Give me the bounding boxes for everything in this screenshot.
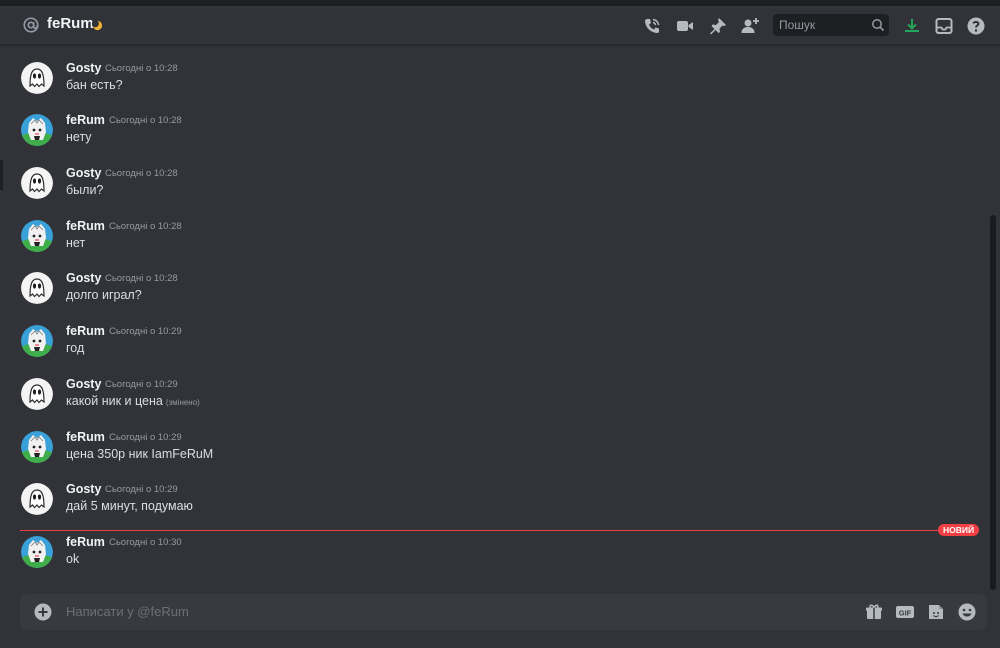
message-text-body: цена 350р ник IamFeRuM bbox=[66, 447, 214, 461]
ghost-avatar[interactable] bbox=[21, 272, 53, 304]
message-item[interactable]: Gosty Сьогодні о 10:29 какой ник и цена (зм… bbox=[0, 377, 990, 429]
anime-avatar[interactable] bbox=[21, 220, 53, 252]
message-author[interactable]: feRum bbox=[66, 324, 105, 338]
download-icon[interactable] bbox=[902, 16, 922, 36]
message-text: какой ник и цена (змінено) bbox=[66, 394, 200, 408]
message-timestamp: Сьогодні о 10:29 bbox=[109, 326, 182, 337]
anime-avatar[interactable] bbox=[21, 114, 53, 146]
add-attachment-icon[interactable] bbox=[34, 603, 52, 621]
message-timestamp: Сьогодні о 10:28 bbox=[105, 168, 178, 179]
message-text: ok bbox=[66, 552, 79, 566]
gift-icon[interactable] bbox=[864, 602, 884, 622]
search-box[interactable]: Пошук bbox=[773, 14, 889, 36]
message-text-body: ok bbox=[66, 552, 80, 566]
message-input[interactable]: Написати у @feRum bbox=[66, 604, 189, 619]
message-item[interactable]: feRum Сьогодні о 10:28 нету bbox=[0, 113, 990, 165]
dm-title: feRum bbox=[47, 15, 94, 32]
message-item[interactable]: feRum Сьогодні о 10:29 цена 350р ник IamFe… bbox=[0, 430, 990, 482]
message-item[interactable]: Gosty Сьогодні о 10:29 дай 5 минут, подума… bbox=[0, 482, 990, 534]
message-text: дай 5 минут, подумаю bbox=[66, 499, 193, 513]
message-item[interactable]: Gosty Сьогодні о 10:28 долго играл? bbox=[0, 271, 990, 323]
help-icon[interactable] bbox=[966, 16, 986, 36]
message-author[interactable]: feRum bbox=[66, 430, 105, 444]
anime-avatar[interactable] bbox=[21, 536, 53, 568]
voice-call-icon[interactable] bbox=[642, 16, 662, 36]
gif-icon[interactable]: GIF bbox=[895, 602, 915, 622]
message-text: бан есть? bbox=[66, 78, 123, 92]
message-composer[interactable]: Написати у @feRum GIF bbox=[20, 594, 987, 630]
message-item[interactable]: feRum Сьогодні о 10:28 нет bbox=[0, 219, 990, 271]
message-text: долго играл? bbox=[66, 288, 142, 302]
message-item[interactable]: Gosty Сьогодні о 10:28 были? bbox=[0, 166, 990, 218]
message-text-body: дай 5 минут, подумаю bbox=[66, 499, 193, 513]
message-text: год bbox=[66, 341, 84, 355]
message-text: были? bbox=[66, 183, 103, 197]
chat-scrollbar[interactable] bbox=[990, 215, 996, 590]
message-author[interactable]: Gosty bbox=[66, 166, 101, 180]
new-messages-badge: НОВИЙ bbox=[938, 524, 980, 536]
message-timestamp: Сьогодні о 10:30 bbox=[109, 537, 182, 548]
message-text-body: нету bbox=[66, 130, 92, 144]
pin-icon[interactable] bbox=[708, 16, 728, 36]
message-list: Gosty Сьогодні о 10:28 бан есть? feRum Сього… bbox=[0, 45, 990, 585]
at-icon bbox=[23, 17, 39, 33]
message-author[interactable]: Gosty bbox=[66, 61, 101, 75]
svg-text:GIF: GIF bbox=[899, 608, 912, 617]
message-author[interactable]: Gosty bbox=[66, 271, 101, 285]
edited-label: (змінено) bbox=[165, 398, 200, 407]
message-item[interactable]: Gosty Сьогодні о 10:28 бан есть? bbox=[0, 61, 990, 113]
message-text-body: какой ник и цена bbox=[66, 394, 163, 408]
message-author[interactable]: feRum bbox=[66, 535, 105, 549]
add-friend-icon[interactable] bbox=[740, 16, 760, 36]
message-timestamp: Сьогодні о 10:28 bbox=[109, 221, 182, 232]
inbox-icon[interactable] bbox=[934, 16, 954, 36]
ghost-avatar[interactable] bbox=[21, 483, 53, 515]
new-messages-divider bbox=[20, 530, 976, 531]
message-timestamp: Сьогодні о 10:28 bbox=[105, 273, 178, 284]
message-author[interactable]: feRum bbox=[66, 113, 105, 127]
sticker-icon[interactable] bbox=[926, 602, 946, 622]
message-timestamp: Сьогодні о 10:28 bbox=[109, 115, 182, 126]
message-timestamp: Сьогодні о 10:29 bbox=[105, 379, 178, 390]
message-item[interactable]: feRum Сьогодні о 10:29 год bbox=[0, 324, 990, 376]
channel-header: feRum Пошук bbox=[0, 6, 1000, 45]
message-timestamp: Сьогодні о 10:28 bbox=[105, 63, 178, 74]
anime-avatar[interactable] bbox=[21, 431, 53, 463]
message-text: нету bbox=[66, 130, 92, 144]
message-author[interactable]: Gosty bbox=[66, 482, 101, 496]
moon-icon bbox=[92, 20, 103, 31]
message-author[interactable]: feRum bbox=[66, 219, 105, 233]
search-input[interactable]: Пошук bbox=[779, 18, 815, 32]
message-text: цена 350р ник IamFeRuM bbox=[66, 447, 213, 461]
message-author[interactable]: Gosty bbox=[66, 377, 101, 391]
emoji-icon[interactable] bbox=[957, 602, 977, 622]
message-text-body: год bbox=[66, 341, 85, 355]
message-text-body: нет bbox=[66, 236, 86, 250]
ghost-avatar[interactable] bbox=[21, 378, 53, 410]
message-text-body: бан есть? bbox=[66, 78, 123, 92]
message-text-body: долго играл? bbox=[66, 288, 142, 302]
anime-avatar[interactable] bbox=[21, 325, 53, 357]
message-timestamp: Сьогодні о 10:29 bbox=[109, 432, 182, 443]
ghost-avatar[interactable] bbox=[21, 62, 53, 94]
message-timestamp: Сьогодні о 10:29 bbox=[105, 484, 178, 495]
message-item[interactable]: feRum Сьогодні о 10:30 ok bbox=[0, 535, 990, 585]
search-icon bbox=[872, 19, 885, 32]
video-call-icon[interactable] bbox=[675, 16, 695, 36]
message-text: нет bbox=[66, 236, 85, 250]
message-text-body: были? bbox=[66, 183, 104, 197]
ghost-avatar[interactable] bbox=[21, 167, 53, 199]
